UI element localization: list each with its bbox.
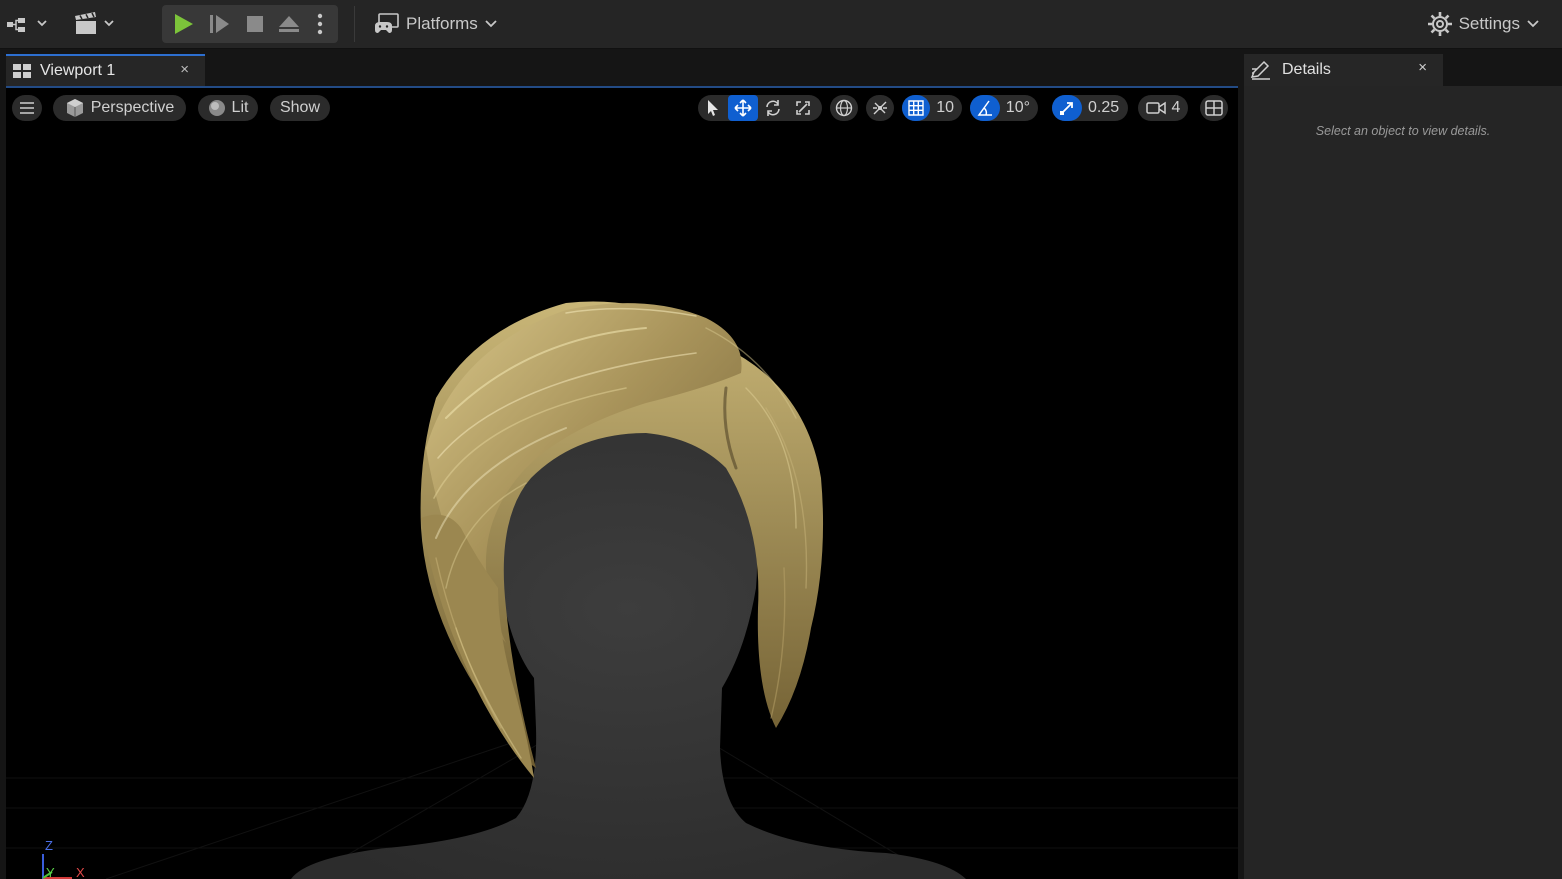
level-menu-icon (7, 18, 47, 32)
tab-details[interactable]: Details × (1244, 54, 1443, 86)
translate-tool-button[interactable] (728, 95, 758, 121)
tab-viewport-1[interactable]: Viewport 1 × (6, 54, 205, 86)
chevron-down-icon (1527, 20, 1539, 28)
rotation-snap-value: 10° (1005, 99, 1030, 116)
chevron-down-icon (485, 20, 497, 28)
surface-snap-icon (873, 101, 887, 115)
details-panel: Details × Select an object to view detai… (1240, 50, 1562, 879)
rotation-snap-toggle[interactable] (970, 95, 1000, 121)
scale-snap-value: 0.25 (1088, 99, 1120, 116)
transform-tools (698, 95, 822, 121)
select-tool-button[interactable] (698, 95, 728, 121)
scale-snap-toggle[interactable] (1052, 95, 1082, 121)
platforms-label: Platforms (406, 14, 478, 33)
close-icon[interactable]: × (180, 61, 189, 78)
play-button[interactable] (166, 5, 200, 43)
details-empty-message: Select an object to view details. (1315, 124, 1491, 138)
perspective-cube-icon (66, 99, 83, 117)
level-menu-button[interactable] (2, 6, 50, 42)
details-tab-title: Details (1282, 61, 1331, 78)
platforms-icon (375, 13, 399, 33)
surface-snap-toggle[interactable] (866, 95, 894, 121)
play-options-button[interactable] (306, 5, 334, 43)
layout-icon (1205, 100, 1223, 116)
play-icon (175, 14, 193, 34)
viewport-options-button[interactable] (12, 95, 42, 121)
rotate-icon (766, 100, 780, 116)
show-flags-button[interactable]: Show (270, 95, 330, 121)
rotation-snap-button[interactable]: 10° (970, 95, 1038, 121)
level-viewport[interactable]: Z Y X Perspective Lit Show 10 10° 0.25 4 (6, 88, 1238, 879)
viewport-tab-title: Viewport 1 (40, 62, 116, 79)
scale-icon (796, 101, 810, 115)
gizmo-x-label: X (76, 865, 85, 879)
grid-snap-value: 10 (936, 99, 954, 116)
view-mode-button[interactable]: Perspective (53, 95, 186, 121)
select-arrow-icon (708, 100, 718, 116)
scale-snap-button[interactable]: 0.25 (1052, 95, 1128, 121)
viewport-tab-icon (13, 64, 31, 78)
lighting-mode-button[interactable]: Lit (198, 95, 258, 121)
stop-button[interactable] (238, 5, 272, 43)
world-local-toggle[interactable] (830, 95, 858, 121)
grid-snap-icon (908, 100, 924, 116)
world-local-icon (835, 99, 853, 117)
cinematics-icon (75, 12, 114, 34)
main-toolbar: Platforms Settings (0, 0, 1562, 49)
close-icon[interactable]: × (1418, 59, 1427, 76)
viewport-layout-button[interactable] (1200, 95, 1228, 121)
scene-render (6, 301, 1238, 879)
toolbar-divider (354, 6, 355, 42)
gizmo-z-label: Z (45, 838, 53, 853)
more-vertical-icon (317, 13, 323, 35)
play-controls (162, 5, 338, 43)
view-mode-label: Perspective (90, 99, 175, 116)
stop-icon (247, 16, 263, 32)
camera-speed-value: 4 (1171, 99, 1181, 116)
step-button[interactable] (202, 5, 236, 43)
details-pencil-icon (1250, 60, 1270, 80)
eject-button[interactable] (272, 5, 306, 43)
translate-icon (734, 99, 752, 117)
step-icon (210, 15, 229, 33)
cinematics-button[interactable] (70, 6, 120, 42)
lighting-mode-label: Lit (231, 99, 249, 116)
scale-tool-button[interactable] (788, 95, 818, 121)
camera-speed-icon (1145, 101, 1166, 115)
grid-snap-toggle[interactable] (902, 95, 931, 121)
settings-label: Settings (1458, 14, 1520, 33)
viewport-panel: Viewport 1 × Z Y X Perspective Lit Show … (0, 50, 1240, 879)
platforms-button[interactable]: Platforms (372, 6, 498, 42)
gizmo-y-label: Y (46, 865, 55, 879)
hamburger-icon (20, 102, 34, 114)
scale-snap-icon (1060, 102, 1073, 115)
eject-icon (279, 16, 299, 32)
grid-snap-button[interactable]: 10 (902, 95, 962, 121)
settings-gear-icon (1427, 12, 1452, 36)
details-body: Select an object to view details. (1244, 86, 1562, 879)
show-label: Show (279, 99, 321, 116)
mannequin-body (291, 428, 966, 879)
rotate-tool-button[interactable] (758, 95, 788, 121)
rotation-snap-icon (977, 100, 992, 116)
camera-speed-button[interactable]: 4 (1138, 95, 1188, 121)
settings-button[interactable]: Settings (1427, 6, 1540, 42)
lit-sphere-icon (208, 100, 225, 116)
